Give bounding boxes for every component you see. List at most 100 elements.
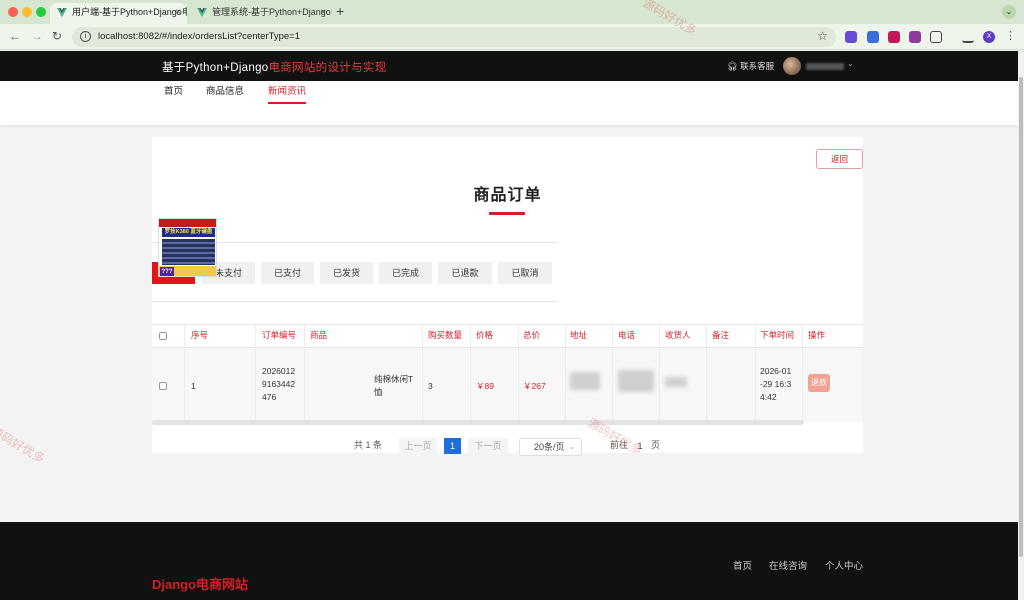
browser-menu-icon[interactable]: ⋮ (1005, 31, 1017, 43)
profile-avatar-icon[interactable]: X (983, 31, 995, 43)
forward-icon[interactable]: → (31, 29, 43, 43)
close-window-button[interactable] (8, 7, 18, 17)
created-line: -29 16:3 (760, 379, 792, 389)
tab-search-icon[interactable]: ⌄ (1002, 5, 1016, 19)
col-order-no: 订单编号 (262, 330, 297, 340)
page-1-button[interactable]: 1 (444, 438, 461, 454)
col-phone: 电话 (618, 330, 636, 340)
order-no-line: 476 (262, 392, 277, 402)
select-all-checkbox[interactable] (159, 332, 167, 340)
page-scrollbar[interactable] (1018, 51, 1024, 600)
maximize-window-button[interactable] (36, 7, 46, 17)
site-title: 基于Python+Django电商网站的设计与实现 (162, 59, 386, 75)
col-quantity: 购买数量 (428, 330, 463, 340)
col-remark: 备注 (712, 330, 730, 340)
extension-scissors-icon[interactable] (845, 31, 857, 43)
cell-price: ￥89 (476, 381, 494, 391)
footer-link-consult[interactable]: 在线咨询 (769, 558, 807, 572)
page-size-select[interactable]: 20条/页 ⌄ (519, 438, 582, 456)
vue-icon (197, 8, 207, 17)
product-name-line: 纯棉休闲T (374, 374, 414, 384)
cell-total: ￥267 (523, 381, 546, 391)
column-divider (802, 324, 803, 422)
user-avatar[interactable] (783, 57, 801, 75)
product-image-banner (159, 219, 216, 227)
back-icon[interactable]: ← (9, 29, 21, 43)
filter-paid[interactable]: 已支付 (261, 262, 314, 284)
row-checkbox[interactable] (159, 382, 167, 390)
tab-title: 用户端-基于Python+Django电商网站 (72, 7, 187, 17)
next-page-button[interactable]: 下一页 (468, 438, 508, 454)
nav-products[interactable]: 商品信息 (206, 83, 244, 97)
column-divider (304, 324, 305, 422)
address-redacted (570, 372, 600, 390)
page-size-value: 20条/页 (534, 442, 565, 452)
extension-download-icon[interactable] (888, 31, 900, 43)
new-tab-button[interactable]: + (336, 3, 344, 19)
chevron-down-icon: ⌄ (568, 442, 575, 451)
close-tab-icon[interactable]: × (320, 3, 326, 22)
page-title: 商品订单 (473, 187, 542, 204)
refund-button[interactable]: 退款 (808, 374, 830, 392)
back-button[interactable]: 返回 (816, 149, 863, 169)
watermark-text: 源码好优多 (0, 423, 48, 466)
column-divider (255, 324, 256, 422)
orders-card: 返回 商品订单 全部 未支付 已支付 已发货 已完成 已退款 已取消 序号 订单… (152, 137, 863, 456)
minimize-window-button[interactable] (22, 7, 32, 17)
column-divider (659, 324, 660, 422)
cell-created: 2026-01 -29 16:3 4:42 (760, 365, 791, 404)
table-horizontal-scrollbar[interactable] (152, 420, 804, 425)
product-image[interactable]: 罗技K380 蓝牙键盘 ??? (158, 218, 217, 277)
site-info-icon[interactable]: i (80, 31, 91, 42)
table-header (152, 324, 863, 348)
filter-completed[interactable]: 已完成 (379, 262, 432, 284)
filter-cancelled[interactable]: 已取消 (498, 262, 552, 284)
scrollbar-thumb[interactable] (1019, 77, 1023, 557)
product-image-badge: ??? (160, 267, 174, 276)
col-created: 下单时间 (760, 330, 795, 340)
chevron-down-icon[interactable]: ⌄ (847, 59, 854, 68)
created-line: 4:42 (760, 392, 777, 402)
support-link[interactable]: 🎧︎ 联系客服 (727, 60, 774, 72)
nav-home[interactable]: 首页 (164, 83, 183, 97)
column-divider (470, 324, 471, 422)
reload-icon[interactable]: ↻ (52, 29, 62, 43)
user-name-redacted (806, 63, 844, 70)
browser-tab-admin[interactable]: 管理系统-基于Python+Django电商网站 × (190, 3, 332, 24)
extensions-puzzle-icon[interactable] (930, 31, 942, 43)
goto-suffix: 页 (651, 440, 661, 450)
nav-news[interactable]: 新闻资讯 (268, 83, 306, 97)
extension-cut-icon[interactable] (867, 31, 879, 43)
site-header: 基于Python+Django电商网站的设计与实现 🎧︎ 联系客服 ⌄ (0, 51, 1018, 81)
footer-link-profile[interactable]: 个人中心 (825, 558, 863, 572)
site-nav: 首页 商品信息 新闻资讯 (0, 81, 1018, 125)
table-row (152, 348, 863, 422)
downloads-icon[interactable] (962, 31, 974, 43)
filter-refunded[interactable]: 已退款 (438, 262, 492, 284)
prev-page-button[interactable]: 上一页 (399, 438, 437, 454)
close-tab-icon[interactable]: × (175, 3, 181, 22)
browser-tab-bar: 用户端-基于Python+Django电商网站 × 管理系统-基于Python+… (0, 0, 1024, 24)
headset-icon: 🎧︎ (727, 61, 741, 71)
filter-shipped[interactable]: 已发货 (320, 262, 373, 284)
url-input[interactable]: i localhost:8082/#/index/ordersList?cent… (72, 27, 836, 47)
bookmark-star-icon[interactable]: ☆ (817, 29, 828, 43)
cell-quantity: 3 (428, 381, 433, 391)
col-product: 商品 (310, 330, 328, 340)
column-divider (755, 324, 756, 422)
order-no-line: 9163442 (262, 379, 296, 389)
active-nav-underline (268, 102, 306, 104)
col-receiver: 收货人 (665, 330, 691, 340)
pagination-total: 共 1 条 (354, 440, 383, 450)
product-name-line: 恤 (374, 387, 383, 397)
product-image-caption: 罗技K380 蓝牙键盘 (162, 228, 215, 237)
extension-profile-icon[interactable] (909, 31, 921, 43)
cell-product-name[interactable]: 纯棉休闲T 恤 (374, 373, 413, 399)
col-action: 操作 (808, 330, 826, 340)
support-label: 联系客服 (740, 61, 775, 71)
footer-link-home[interactable]: 首页 (733, 558, 752, 572)
browser-tab-user[interactable]: 用户端-基于Python+Django电商网站 × (50, 3, 187, 24)
column-divider (706, 324, 707, 422)
column-divider (565, 324, 566, 422)
column-divider (184, 324, 185, 422)
